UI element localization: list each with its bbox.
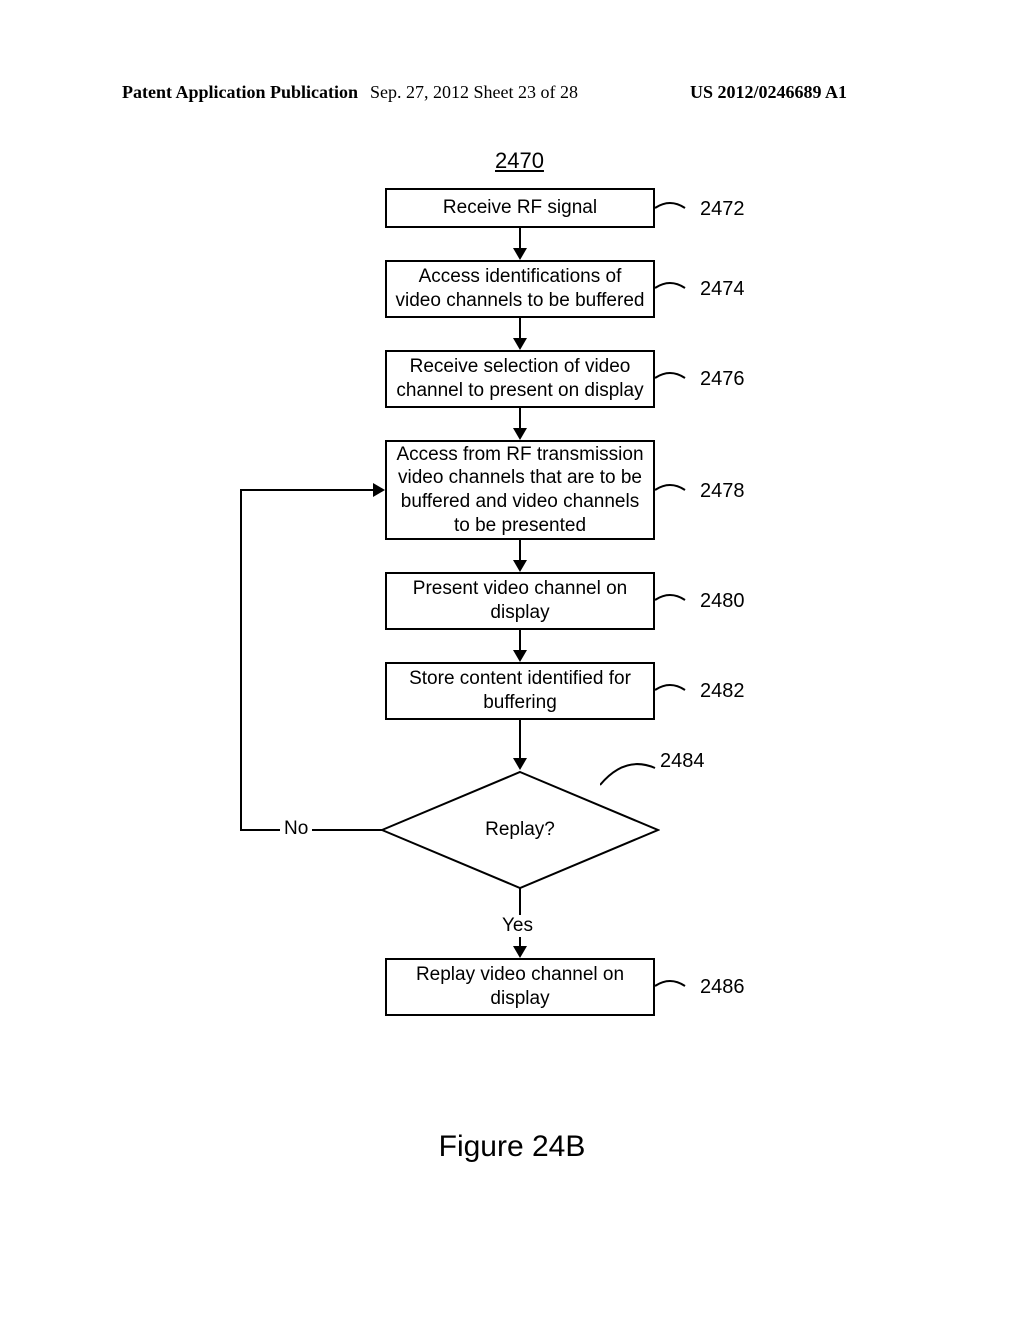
connector-no-h2 bbox=[240, 489, 373, 491]
arrowhead-right-icon bbox=[373, 483, 385, 497]
connector bbox=[519, 408, 521, 430]
step-label: Receive selection of video channel to pr… bbox=[395, 355, 645, 403]
header-pub-number: US 2012/0246689 A1 bbox=[690, 82, 847, 103]
step-label: Access from RF transmission video channe… bbox=[395, 443, 645, 538]
connector bbox=[519, 228, 521, 250]
connector bbox=[519, 318, 521, 340]
arrowhead-down-icon bbox=[513, 650, 527, 662]
step-label: Access identifications of video channels… bbox=[395, 265, 645, 313]
header-publication: Patent Application Publication bbox=[122, 82, 358, 103]
header-date-sheet: Sep. 27, 2012 Sheet 23 of 28 bbox=[370, 82, 578, 103]
leader-curve bbox=[655, 680, 695, 700]
connector bbox=[519, 720, 521, 760]
step-label: Receive RF signal bbox=[443, 196, 597, 220]
connector-no-v bbox=[240, 489, 242, 831]
connector bbox=[519, 540, 521, 562]
arrowhead-down-icon bbox=[513, 560, 527, 572]
step-label: Replay video channel on display bbox=[395, 963, 645, 1011]
arrowhead-down-icon bbox=[513, 248, 527, 260]
leader-curve bbox=[655, 198, 695, 218]
connector bbox=[519, 630, 521, 652]
ref-2476: 2476 bbox=[700, 368, 745, 391]
leader-curve bbox=[655, 480, 695, 500]
step-present-video: Present video channel on display bbox=[385, 572, 655, 630]
arrowhead-down-icon bbox=[513, 428, 527, 440]
arrowhead-down-icon bbox=[513, 946, 527, 958]
step-receive-rf: Receive RF signal bbox=[385, 188, 655, 228]
step-receive-selection: Receive selection of video channel to pr… bbox=[385, 350, 655, 408]
leader-curve bbox=[655, 590, 695, 610]
ref-2480: 2480 bbox=[700, 590, 745, 613]
step-label: Present video channel on display bbox=[395, 577, 645, 625]
figure-caption: Figure 24B bbox=[0, 1130, 1024, 1164]
figure-reference-number: 2470 bbox=[495, 148, 544, 174]
ref-2482: 2482 bbox=[700, 680, 745, 703]
leader-curve bbox=[655, 368, 695, 388]
step-store-content: Store content identified for buffering bbox=[385, 662, 655, 720]
step-replay-video: Replay video channel on display bbox=[385, 958, 655, 1016]
leader-curve bbox=[655, 278, 695, 298]
leader-curve bbox=[600, 760, 660, 790]
arrowhead-down-icon bbox=[513, 338, 527, 350]
step-access-ids: Access identifications of video channels… bbox=[385, 260, 655, 318]
ref-2474: 2474 bbox=[700, 278, 745, 301]
step-access-rf-channels: Access from RF transmission video channe… bbox=[385, 440, 655, 540]
arrowhead-down-icon bbox=[513, 758, 527, 770]
branch-yes: Yes bbox=[500, 915, 535, 937]
leader-curve bbox=[655, 976, 695, 996]
ref-2472: 2472 bbox=[700, 198, 745, 221]
branch-no: No bbox=[280, 818, 312, 840]
ref-2478: 2478 bbox=[700, 480, 745, 503]
step-label: Store content identified for buffering bbox=[395, 667, 645, 715]
ref-2486: 2486 bbox=[700, 976, 745, 999]
ref-2484: 2484 bbox=[660, 750, 705, 773]
